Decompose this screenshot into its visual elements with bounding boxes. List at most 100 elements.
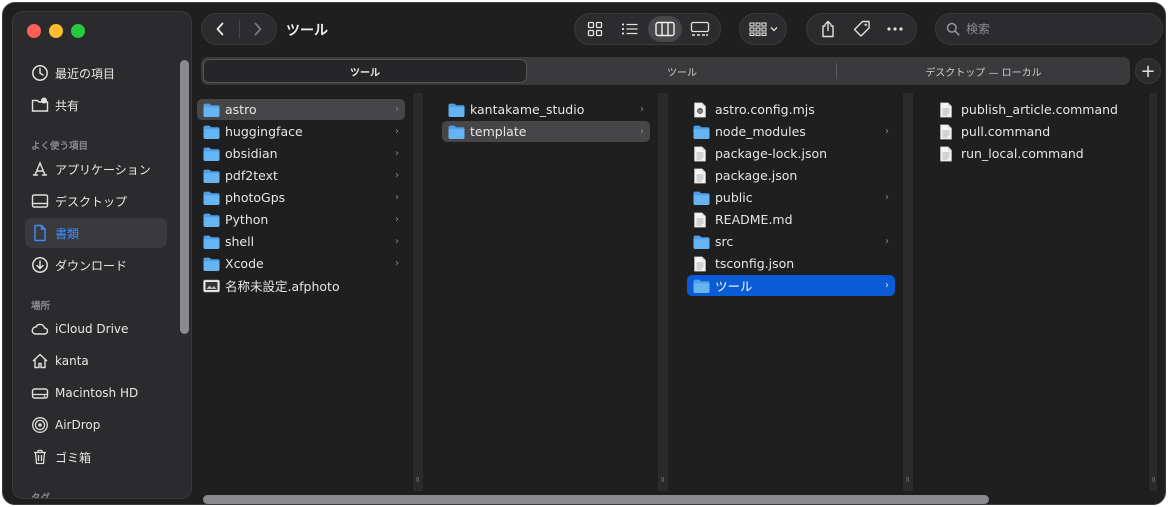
share-button[interactable] (811, 16, 845, 42)
sidebar-item-documents[interactable]: 書類 (25, 218, 167, 248)
sidebar-item-shared[interactable]: 共有 (25, 90, 167, 120)
sidebar-item-home[interactable]: kanta (25, 346, 167, 376)
chevron-right-icon: › (640, 126, 644, 137)
ellipsis-icon (887, 27, 903, 31)
new-tab-button[interactable]: + (1135, 58, 1161, 84)
sidebar-item-label: AirDrop (55, 418, 101, 432)
item-name: shell (225, 234, 255, 249)
group-grid-icon (748, 22, 767, 36)
folder-icon (693, 279, 715, 293)
browser-column-3: js astro.config.mjs node_modules › package-l… (687, 93, 895, 491)
sidebar-item-downloads[interactable]: ダウンロード (25, 250, 167, 280)
cloud-icon (25, 320, 55, 338)
file-row[interactable]: pull.command (933, 121, 1141, 142)
file-row[interactable]: tsconfig.json (687, 253, 895, 274)
folder-row[interactable]: ツール › (687, 275, 895, 296)
svg-text:js: js (697, 108, 702, 114)
minimize-window-button[interactable] (49, 24, 63, 38)
item-name: ツール (715, 279, 753, 294)
sidebar-item-trash[interactable]: ゴミ箱 (25, 442, 167, 472)
sidebar-scrollbar[interactable] (180, 60, 189, 334)
tab-desktop-local[interactable]: デスクトップ — ローカル (837, 57, 1130, 85)
tab-bar: ツール ツール デスクトップ — ローカル (201, 57, 1130, 85)
folder-row[interactable]: node_modules › (687, 121, 895, 142)
more-actions-button[interactable] (878, 16, 912, 42)
disk-icon (25, 384, 55, 402)
item-name: publish_article.command (961, 102, 1118, 117)
folder-row[interactable]: photoGps › (197, 187, 405, 208)
column-resize-handle[interactable]: ॥ (658, 93, 668, 491)
folder-row[interactable]: astro › (197, 99, 405, 120)
file-row[interactable]: package-lock.json (687, 143, 895, 164)
sidebar-item-label: 共有 (55, 98, 80, 113)
tag-button[interactable] (845, 16, 879, 42)
folder-row[interactable]: Python › (197, 209, 405, 230)
folder-row[interactable]: shell › (197, 231, 405, 252)
folder-icon (203, 169, 225, 183)
search-input[interactable] (966, 22, 1156, 36)
chevron-right-icon: › (395, 258, 399, 269)
sidebar-item-macintosh-hd[interactable]: Macintosh HD (25, 378, 167, 408)
column-resize-handle[interactable]: ॥ (903, 93, 913, 491)
column-view-button[interactable] (647, 16, 683, 42)
folder-icon (448, 103, 470, 117)
file-row[interactable]: 名称未設定.afphoto (197, 275, 405, 296)
folder-row[interactable]: src › (687, 231, 895, 252)
folder-row[interactable]: Xcode › (197, 253, 405, 274)
folder-row[interactable]: pdf2text › (197, 165, 405, 186)
folder-row[interactable]: obsidian › (197, 143, 405, 164)
chevron-right-icon: › (395, 148, 399, 159)
tab-label: デスクトップ — ローカル (925, 67, 1042, 79)
item-name: photoGps (225, 190, 286, 205)
browser-column-2: kantakame_studio › template › (442, 93, 650, 491)
search-icon (946, 22, 960, 36)
sidebar-item-desktop[interactable]: デスクトップ (25, 186, 167, 216)
chevron-right-icon: › (885, 236, 889, 247)
column-resize-handle[interactable]: ॥ (413, 93, 423, 491)
sidebar-item-recents[interactable]: 最近の項目 (25, 58, 167, 88)
navigation-controls (201, 13, 277, 45)
sidebar-section-locations: 場所 (31, 301, 51, 312)
tab-tools[interactable]: ツール (529, 57, 835, 85)
file-row[interactable]: publish_article.command (933, 99, 1141, 120)
list-view-button[interactable] (613, 16, 648, 42)
sidebar-item-icloud[interactable]: iCloud Drive (25, 314, 167, 344)
sidebar-item-airdrop[interactable]: AirDrop (25, 410, 167, 440)
forward-button[interactable] (239, 14, 276, 44)
gallery-view-button[interactable] (682, 16, 717, 42)
group-by-button[interactable] (739, 13, 787, 45)
icon-view-button[interactable] (578, 16, 613, 42)
chevron-right-icon: › (885, 192, 889, 203)
trash-icon (25, 448, 55, 466)
folder-row[interactable]: template › (442, 121, 650, 142)
file-row[interactable]: package.json (687, 165, 895, 186)
gallery-icon (690, 21, 709, 36)
folder-icon (203, 125, 225, 139)
column-resize-handle[interactable]: ॥ (1149, 93, 1157, 491)
item-name: Python (225, 212, 269, 227)
folder-row[interactable]: kantakame_studio › (442, 99, 650, 120)
zoom-window-button[interactable] (71, 24, 85, 38)
sidebar-item-label: 最近の項目 (55, 66, 116, 81)
file-row[interactable]: js astro.config.mjs (687, 99, 895, 120)
chevron-right-icon: › (885, 126, 889, 137)
file-row[interactable]: README.md (687, 209, 895, 230)
chevron-right-icon: › (395, 192, 399, 203)
file-row[interactable]: run_local.command (933, 143, 1141, 164)
tab-tools-active[interactable]: ツール (203, 59, 527, 83)
file-icon (693, 168, 715, 184)
sidebar-item-label: Macintosh HD (55, 386, 139, 400)
chevron-right-icon: › (395, 104, 399, 115)
item-name: obsidian (225, 146, 278, 161)
search-field[interactable] (935, 13, 1163, 45)
close-window-button[interactable] (27, 24, 41, 38)
sidebar-item-label: kanta (55, 354, 89, 368)
folder-row[interactable]: huggingface › (197, 121, 405, 142)
folder-row[interactable]: public › (687, 187, 895, 208)
tab-label: ツール (667, 67, 697, 79)
chevron-right-icon: › (395, 214, 399, 225)
horizontal-scrollbar[interactable] (203, 495, 989, 504)
back-button[interactable] (202, 14, 239, 44)
folder-icon (203, 147, 225, 161)
sidebar-item-applications[interactable]: アプリケーション (25, 154, 167, 184)
